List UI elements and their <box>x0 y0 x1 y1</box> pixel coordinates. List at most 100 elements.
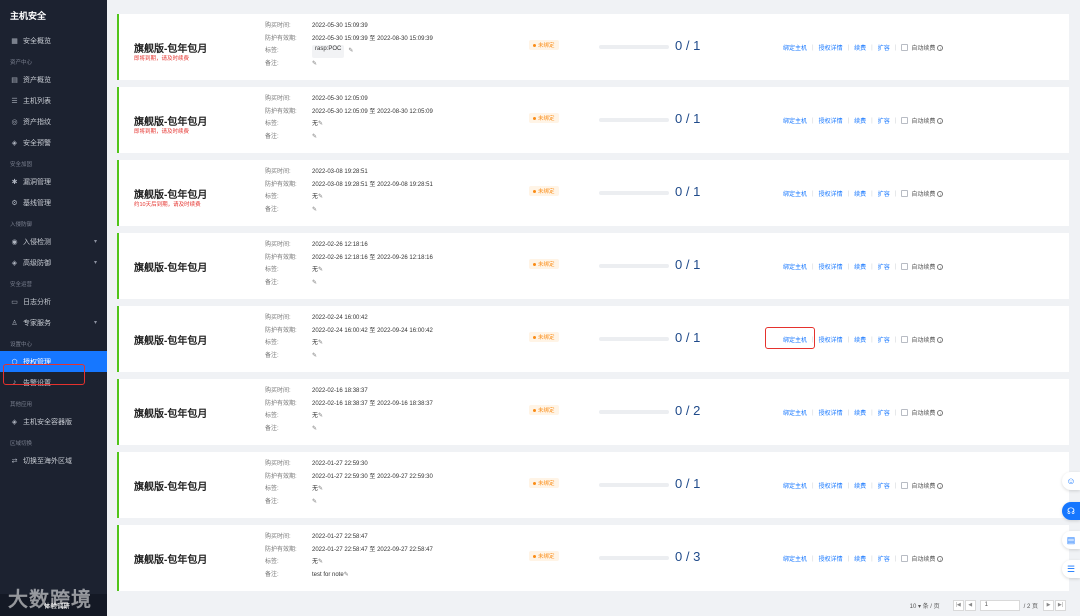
sidebar-item[interactable]: ⚙ 基线管理 <box>0 192 107 213</box>
edit-note-pencil-icon[interactable]: ✎ <box>312 496 317 509</box>
auto-renew-toggle[interactable]: 自动续费 i <box>901 554 944 563</box>
auth-detail-link[interactable]: 授权详情 <box>819 189 843 198</box>
bind-host-link[interactable]: 绑定主机 <box>783 189 807 198</box>
edit-tag-pencil-icon[interactable]: ✎ <box>318 556 323 569</box>
renew-link[interactable]: 续费 <box>854 481 866 490</box>
sidebar-item[interactable]: ◈ 主机安全容器版 <box>0 411 107 432</box>
menu-list-icon[interactable]: ☰ <box>1062 560 1080 578</box>
auto-renew-toggle[interactable]: 自动续费 i <box>901 189 944 198</box>
edit-note-pencil-icon[interactable]: ✎ <box>312 423 317 436</box>
protect-period-label: 防护有效期: <box>265 181 297 188</box>
sidebar-item[interactable]: ▦ 安全概览 <box>0 30 107 51</box>
bind-host-link[interactable]: 绑定主机 <box>783 481 807 490</box>
page-size-select[interactable]: 10 ▾ 条 / 页 <box>910 601 940 610</box>
edit-tag-pencil-icon[interactable]: ✎ <box>318 118 323 131</box>
divider: | <box>894 190 897 197</box>
bind-host-link[interactable]: 绑定主机 <box>783 262 807 271</box>
auth-detail-link[interactable]: 授权详情 <box>819 262 843 271</box>
expand-link[interactable]: 扩容 <box>878 335 890 344</box>
docs-book-icon[interactable]: ▤ <box>1062 531 1080 549</box>
sidebar-item[interactable]: ◎ 资产指纹 <box>0 111 107 132</box>
sidebar-item[interactable]: ▭ 日志分析 <box>0 291 107 312</box>
purchase-time-value: 2022-03-08 19:28:51 <box>312 169 368 175</box>
renew-link[interactable]: 续费 <box>854 262 866 271</box>
purchase-time-label: 购买时间: <box>265 96 291 102</box>
sidebar-item[interactable]: ◈ 安全预警 <box>0 132 107 153</box>
auth-detail-link[interactable]: 授权详情 <box>819 43 843 52</box>
sidebar-item[interactable]: ✱ 漏洞管理 <box>0 171 107 192</box>
support-headset-icon[interactable]: ☊ <box>1062 502 1080 520</box>
auth-detail-link[interactable]: 授权详情 <box>819 335 843 344</box>
protect-period-label: 防护有效期: <box>265 254 297 261</box>
edit-note-pencil-icon[interactable]: ✎ <box>312 131 317 144</box>
edit-tag-pencil-icon[interactable]: ✎ <box>318 191 323 204</box>
auto-renew-checkbox[interactable] <box>901 44 909 51</box>
last-page-button[interactable]: ▶| <box>1055 599 1066 611</box>
edit-tag-pencil-icon[interactable]: ✎ <box>318 410 323 423</box>
license-card: 旗舰版-包年包月 即将到期，请及时续费 购买时间: 2022-05-30 15:09:… <box>117 14 1069 80</box>
feedback-smile-icon[interactable]: ☺ <box>1062 472 1080 490</box>
info-icon: i <box>937 482 944 489</box>
expand-link[interactable]: 扩容 <box>878 43 890 52</box>
renew-link[interactable]: 续费 <box>854 116 866 125</box>
auto-renew-toggle[interactable]: 自动续费 i <box>901 116 944 125</box>
auto-renew-toggle[interactable]: 自动续费 i <box>901 408 944 417</box>
auto-renew-toggle[interactable]: 自动续费 i <box>901 262 944 271</box>
auto-renew-checkbox[interactable] <box>901 555 909 562</box>
renew-link[interactable]: 续费 <box>854 408 866 417</box>
edit-note-pencil-icon[interactable]: ✎ <box>344 569 349 582</box>
prev-page-button[interactable]: ◀ <box>964 599 976 611</box>
sidebar-item[interactable]: ♙ 专家服务 ▾ <box>0 312 107 333</box>
auto-renew-checkbox[interactable] <box>901 263 909 270</box>
usage-progress-bar <box>599 191 669 195</box>
renew-link[interactable]: 续费 <box>854 554 866 563</box>
sidebar-item[interactable]: ▤ 资产概览 <box>0 69 107 90</box>
auto-renew-checkbox[interactable] <box>901 190 909 197</box>
edit-note-pencil-icon[interactable]: ✎ <box>312 58 317 71</box>
auto-renew-checkbox[interactable] <box>901 482 909 489</box>
sidebar-item[interactable]: ☰ 主机列表 <box>0 90 107 111</box>
next-page-button[interactable]: ▶ <box>1043 599 1054 611</box>
auto-renew-toggle[interactable]: 自动续费 i <box>901 43 944 52</box>
edit-tag-pencil-icon[interactable]: ✎ <box>318 337 323 350</box>
auth-detail-link[interactable]: 授权详情 <box>819 481 843 490</box>
auto-renew-toggle[interactable]: 自动续费 i <box>901 481 944 490</box>
bind-host-link[interactable]: 绑定主机 <box>783 554 807 563</box>
auto-renew-checkbox[interactable] <box>901 117 909 124</box>
edit-note-pencil-icon[interactable]: ✎ <box>312 350 317 363</box>
usage-progress-bar <box>599 45 669 49</box>
bind-host-link[interactable]: 绑定主机 <box>783 43 807 52</box>
first-page-button[interactable]: |◀ <box>952 599 964 611</box>
bind-host-link[interactable]: 绑定主机 <box>783 116 807 125</box>
divider: | <box>847 336 850 343</box>
expand-link[interactable]: 扩容 <box>878 554 890 563</box>
edit-tag-pencil-icon[interactable]: ✎ <box>348 45 353 58</box>
sidebar-item[interactable]: ⇄ 切换至海外区域 <box>0 450 107 471</box>
bind-host-link[interactable]: 绑定主机 <box>783 408 807 417</box>
renew-link[interactable]: 续费 <box>854 335 866 344</box>
expand-link[interactable]: 扩容 <box>878 116 890 125</box>
expand-link[interactable]: 扩容 <box>878 262 890 271</box>
edit-note-pencil-icon[interactable]: ✎ <box>312 277 317 290</box>
edit-tag-pencil-icon[interactable]: ✎ <box>318 264 323 277</box>
auto-renew-toggle[interactable]: 自动续费 i <box>901 335 944 344</box>
auth-detail-link[interactable]: 授权详情 <box>819 116 843 125</box>
expand-link[interactable]: 扩容 <box>878 408 890 417</box>
license-name: 旗舰版-包年包月 <box>134 117 208 128</box>
sidebar-item[interactable]: ◈ 高级防御 ▾ <box>0 252 107 273</box>
sidebar-item[interactable]: ◉ 入侵检测 ▾ <box>0 231 107 252</box>
auto-renew-checkbox[interactable] <box>901 336 909 343</box>
auto-renew-checkbox[interactable] <box>901 409 909 416</box>
page-input[interactable]: 1 <box>979 599 1020 611</box>
list-icon: ☰ <box>11 97 18 105</box>
expand-link[interactable]: 扩容 <box>878 189 890 198</box>
auth-detail-link[interactable]: 授权详情 <box>819 554 843 563</box>
sidebar-item-label: 基线管理 <box>23 199 51 207</box>
protect-period-row: 防护有效期: 2022-01-27 22:58:47 至 2022-09-27 2… <box>265 544 433 557</box>
auth-detail-link[interactable]: 授权详情 <box>819 408 843 417</box>
renew-link[interactable]: 续费 <box>854 189 866 198</box>
renew-link[interactable]: 续费 <box>854 43 866 52</box>
expand-link[interactable]: 扩容 <box>878 481 890 490</box>
edit-note-pencil-icon[interactable]: ✎ <box>312 204 317 217</box>
edit-tag-pencil-icon[interactable]: ✎ <box>318 483 323 496</box>
